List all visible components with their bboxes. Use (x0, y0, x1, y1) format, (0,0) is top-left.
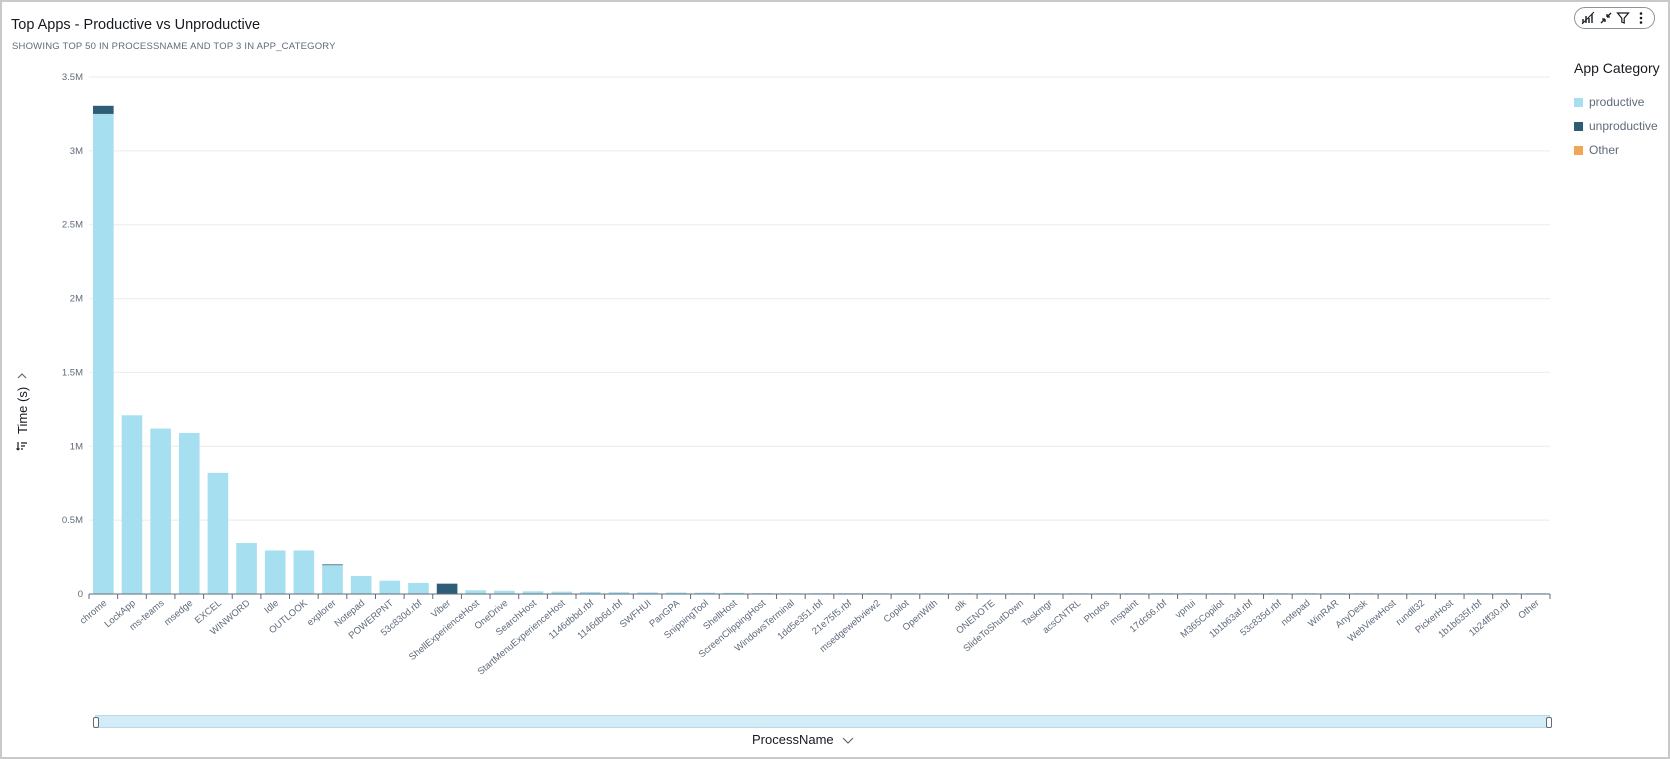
bar-productive[interactable] (178, 432, 200, 594)
bar-productive[interactable] (264, 550, 286, 594)
y-tick-label: 3M (70, 146, 83, 157)
bar-productive[interactable] (322, 565, 343, 594)
bar-productive[interactable] (465, 590, 487, 594)
bar-productive[interactable] (236, 543, 257, 594)
bar-productive[interactable] (93, 113, 114, 594)
y-tick-label: 2.5M (62, 220, 83, 231)
x-tick-label: SWFHUI (618, 598, 654, 631)
x-tick-label: Other (1516, 598, 1541, 622)
bar-productive[interactable] (293, 550, 315, 594)
y-tick-label: 0 (78, 589, 83, 600)
x-tick-label: Viber (429, 598, 453, 621)
bar-productive[interactable] (121, 415, 143, 594)
bar-productive[interactable] (150, 428, 171, 594)
bar-unproductive[interactable] (93, 105, 114, 114)
y-tick-label: 3.5M (62, 72, 83, 83)
bar-unproductive[interactable] (322, 564, 343, 566)
x-tick-label: vpnui (1173, 598, 1197, 621)
x-tick-label: olk (952, 598, 969, 614)
bar-productive[interactable] (408, 582, 429, 594)
y-tick-label: 2M (70, 294, 83, 305)
x-tick-label: Idle (262, 598, 281, 616)
y-tick-label: 1M (70, 441, 83, 452)
bar-productive[interactable] (207, 472, 229, 594)
x-tick-label: Photos (1082, 598, 1112, 626)
bar-productive[interactable] (379, 580, 401, 594)
x-tick-label: explorer (305, 598, 338, 628)
bar-chart: 00.5M1M1.5M2M2.5M3M3.5MchromeLockAppms-t… (62, 72, 1551, 678)
bar-productive[interactable] (350, 575, 372, 594)
bar-unproductive[interactable] (436, 583, 458, 594)
x-tick-label: msedge (162, 598, 195, 628)
y-tick-label: 0.5M (62, 515, 83, 526)
y-tick-label: 1.5M (62, 367, 83, 378)
